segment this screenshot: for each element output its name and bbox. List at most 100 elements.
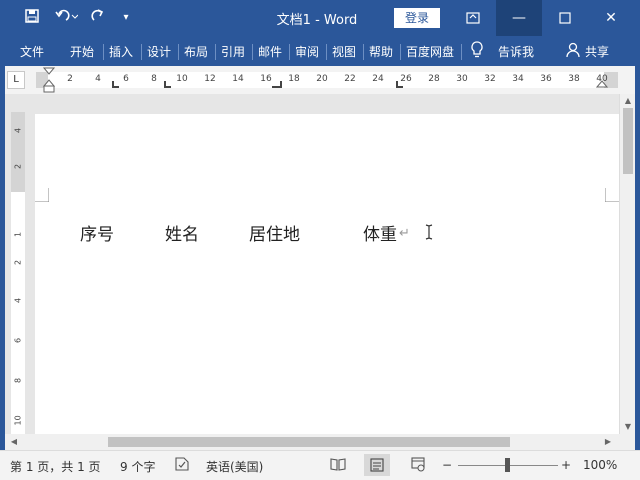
ruler-number: 2 — [67, 74, 73, 84]
scroll-left-icon[interactable]: ◀ — [7, 435, 21, 449]
scroll-right-icon[interactable]: ▶ — [601, 435, 615, 449]
undo-icon[interactable] — [52, 8, 80, 28]
ruler-number: 6 — [13, 337, 23, 344]
zoom-slider-thumb[interactable] — [505, 458, 510, 472]
ruler-number: 10 — [13, 415, 23, 426]
person-icon[interactable] — [566, 42, 580, 61]
paragraph-mark: ↵ — [399, 226, 410, 241]
ruler-number: 18 — [288, 74, 300, 84]
ruler-number: 38 — [568, 74, 580, 84]
ruler-number: 22 — [344, 74, 356, 84]
tab-baidu-netdisk[interactable]: 百度网盘 — [406, 43, 454, 60]
ruler-number: 40 — [596, 74, 608, 84]
ruler-number: 2 — [13, 163, 23, 170]
vertical-scrollbar[interactable]: ▲ ▼ — [619, 94, 635, 434]
ruler-number: 8 — [151, 74, 157, 84]
margin-corner-mark — [35, 188, 49, 202]
tab-stop[interactable] — [112, 81, 119, 88]
indent-markers[interactable] — [43, 67, 55, 93]
tab-separator — [178, 44, 179, 60]
status-bar: 第 1 页，共 1 页 9 个字 英语(美国) − + 100% — [0, 450, 640, 480]
ruler-number: 32 — [484, 74, 496, 84]
tab-stop[interactable] — [164, 81, 171, 88]
ruler-number: 36 — [540, 74, 552, 84]
tab-selector[interactable]: L — [7, 71, 25, 89]
document-word: 体重 — [363, 225, 397, 245]
customize-quick-access-icon[interactable]: ▾ — [118, 8, 134, 28]
tab-separator — [141, 44, 142, 60]
tab-separator — [461, 44, 462, 60]
text-cursor-icon — [425, 224, 433, 244]
zoom-out-button[interactable]: − — [442, 458, 452, 472]
tab-separator — [103, 44, 104, 60]
language-indicator[interactable]: 英语(美国) — [206, 458, 263, 475]
scroll-up-icon[interactable]: ▲ — [620, 94, 636, 108]
horizontal-ruler-bar: L 2 4 6 8 10 12 14 16 18 20 22 24 26 28 … — [5, 66, 635, 94]
ruler-number: 4 — [13, 297, 23, 304]
ribbon-display-options-icon[interactable] — [450, 0, 496, 36]
margin-corner-mark — [605, 188, 619, 202]
ruler-number: 28 — [428, 74, 440, 84]
scroll-down-icon[interactable]: ▼ — [620, 420, 636, 434]
redo-icon[interactable] — [88, 8, 108, 28]
ruler-number: 10 — [176, 74, 188, 84]
document-word: 居住地 — [249, 225, 300, 245]
tab-separator — [252, 44, 253, 60]
ruler-number: 8 — [13, 377, 23, 384]
ruler-number: 4 — [95, 74, 101, 84]
tab-references[interactable]: 引用 — [221, 43, 245, 60]
tab-help[interactable]: 帮助 — [369, 43, 393, 60]
lightbulb-icon[interactable] — [470, 41, 484, 62]
web-layout-icon[interactable] — [410, 456, 426, 475]
tab-separator — [326, 44, 327, 60]
document-workspace: 4 2 1 2 4 6 8 10 序号 姓名 居住地 体重 ↵ ▲ ▼ — [5, 94, 635, 434]
document-word: 序号 — [80, 225, 114, 245]
ruler-number: 1 — [13, 231, 23, 238]
ruler-number: 2 — [13, 259, 23, 266]
zoom-in-button[interactable]: + — [561, 458, 571, 472]
tab-stop[interactable] — [396, 81, 403, 88]
save-icon[interactable] — [22, 8, 42, 28]
vertical-ruler[interactable]: 4 2 1 2 4 6 8 10 — [11, 112, 25, 434]
document-page[interactable]: 序号 姓名 居住地 体重 ↵ — [35, 114, 619, 434]
tab-separator — [400, 44, 401, 60]
tab-view[interactable]: 视图 — [332, 43, 356, 60]
ruler-number: 34 — [512, 74, 524, 84]
horizontal-ruler[interactable]: 2 4 6 8 10 12 14 16 18 20 22 24 26 28 30… — [36, 67, 618, 93]
tab-insert[interactable]: 插入 — [109, 43, 133, 60]
tab-mailings[interactable]: 邮件 — [258, 43, 282, 60]
document-title: 文档1 - Word — [276, 13, 358, 28]
horizontal-scroll-thumb[interactable] — [108, 437, 510, 447]
horizontal-scrollbar[interactable]: ◀ ▶ — [5, 434, 635, 450]
tab-stop[interactable] — [272, 81, 282, 88]
ruler-number: 12 — [204, 74, 216, 84]
zoom-level[interactable]: 100% — [583, 458, 617, 472]
minimize-icon[interactable]: — — [496, 0, 542, 36]
tell-me-search[interactable]: 告诉我 — [498, 43, 534, 60]
tab-file[interactable]: 文件 — [20, 43, 44, 60]
page-count[interactable]: 第 1 页，共 1 页 — [10, 458, 101, 475]
ruler-number: 14 — [232, 74, 244, 84]
tab-separator — [215, 44, 216, 60]
ruler-number: 20 — [316, 74, 328, 84]
tab-separator — [363, 44, 364, 60]
ruler-number: 6 — [123, 74, 129, 84]
ribbon-tabs: 文件 开始 插入 设计 布局 引用 邮件 审阅 视图 帮助 百度网盘 告诉我 共… — [0, 36, 640, 66]
tab-separator — [289, 44, 290, 60]
tab-layout[interactable]: 布局 — [184, 43, 208, 60]
proofing-icon[interactable] — [174, 456, 190, 475]
share-button[interactable]: 共享 — [585, 43, 609, 60]
read-mode-icon[interactable] — [330, 456, 346, 475]
title-bar: ▾ 文档1 - Word 登录 — ✕ — [0, 0, 640, 36]
word-count[interactable]: 9 个字 — [120, 458, 155, 475]
login-button[interactable]: 登录 — [394, 8, 440, 28]
tab-design[interactable]: 设计 — [147, 43, 171, 60]
print-layout-icon[interactable] — [364, 454, 390, 476]
vertical-scroll-thumb[interactable] — [623, 108, 633, 174]
tab-home[interactable]: 开始 — [70, 43, 94, 60]
maximize-icon[interactable] — [542, 0, 588, 36]
ruler-number: 4 — [13, 127, 23, 134]
close-icon[interactable]: ✕ — [588, 0, 634, 36]
document-word: 姓名 — [165, 225, 199, 245]
tab-review[interactable]: 审阅 — [295, 43, 319, 60]
